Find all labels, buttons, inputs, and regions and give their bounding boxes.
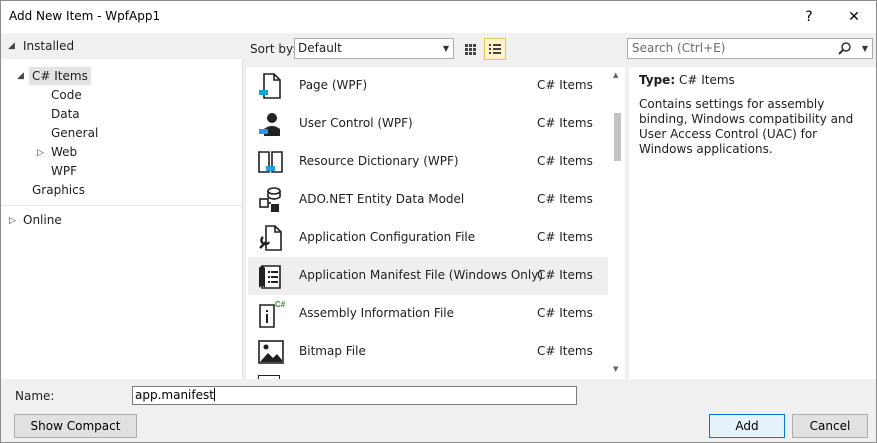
item-name: Application Configuration File xyxy=(299,230,476,244)
add-button[interactable]: Add xyxy=(709,414,785,438)
name-label: Name: xyxy=(15,389,55,403)
tree-node-code[interactable]: Code xyxy=(51,86,82,104)
sort-by-value: Default xyxy=(298,41,342,55)
text-caret xyxy=(213,388,215,401)
item-category: C# Items xyxy=(537,116,593,130)
user-control-icon xyxy=(259,113,280,136)
item-name: Bitmap File xyxy=(299,344,366,358)
entity-model-icon xyxy=(259,187,281,212)
close-button[interactable]: ✕ xyxy=(840,5,868,29)
scroll-up-icon[interactable]: ▲ xyxy=(613,71,618,79)
item-name: Page (WPF) xyxy=(299,78,368,92)
scroll-down-icon[interactable]: ▼ xyxy=(613,365,618,373)
expand-web-icon[interactable]: ▷ xyxy=(37,148,47,158)
item-category: C# Items xyxy=(537,192,593,206)
list-view-button[interactable] xyxy=(484,38,506,60)
item-name: ADO.NET Entity Data Model xyxy=(299,192,465,206)
details-pane: Type: C# Items Contains settings for ass… xyxy=(629,67,876,379)
name-field[interactable]: app.manifest xyxy=(132,386,577,405)
search-icon[interactable] xyxy=(838,41,852,55)
tree-node-general[interactable]: General xyxy=(51,124,98,142)
list-item[interactable]: Page (WPF) C# Items xyxy=(248,67,608,105)
template-list: Page (WPF) C# Items User Control (WPF) C… xyxy=(246,67,610,379)
title-bar: Add New Item - WpfApp1 ? ✕ xyxy=(1,1,876,33)
list-item[interactable]: Bitmap File C# Items xyxy=(248,333,608,371)
grid-view-icon xyxy=(465,44,476,55)
show-compact-view-button[interactable]: Show Compact View xyxy=(14,414,137,442)
window-title: Add New Item - WpfApp1 xyxy=(9,9,161,23)
tree-divider xyxy=(1,205,243,206)
search-placeholder: Search (Ctrl+E) xyxy=(632,41,726,55)
item-name: Application Manifest File (Windows Only) xyxy=(299,268,544,282)
medium-icons-view-button[interactable] xyxy=(459,38,481,60)
template-tree: ◢ Installed ◢ C# Items Code Data General… xyxy=(1,33,243,379)
collapse-csharp-icon[interactable]: ◢ xyxy=(17,71,27,81)
item-category: C# Items xyxy=(537,344,593,358)
detail-description: Contains settings for assembly binding, … xyxy=(639,97,854,156)
add-new-item-dialog: Add New Item - WpfApp1 ? ✕ ◢ Installed ◢… xyxy=(0,0,877,443)
item-name: Resource Dictionary (WPF) xyxy=(299,154,459,168)
scroll-thumb[interactable] xyxy=(614,113,621,161)
tree-node-wpf[interactable]: WPF xyxy=(51,162,77,180)
item-category: C# Items xyxy=(537,78,593,92)
item-name: Assembly Information File xyxy=(299,306,455,320)
list-view-icon xyxy=(489,44,501,54)
detail-type: Type: C# Items xyxy=(639,73,735,87)
manifest-file-icon xyxy=(259,265,281,289)
list-item[interactable]: ADO.NET Entity Data Model C# Items xyxy=(248,181,608,219)
tree-node-data[interactable]: Data xyxy=(51,105,80,123)
name-value: app.manifest xyxy=(135,388,214,402)
sort-by-select[interactable]: Default ▼ xyxy=(294,38,454,59)
expand-online-icon[interactable]: ▷ xyxy=(9,216,19,226)
sort-by-label: Sort by: xyxy=(250,42,297,56)
installed-header[interactable]: ◢ Installed xyxy=(1,33,243,59)
assembly-info-icon: C# xyxy=(259,300,286,328)
tree-node-online[interactable]: Online xyxy=(23,211,62,229)
list-item[interactable]: Application Configuration File C# Items xyxy=(248,219,608,257)
search-options-chevron-icon[interactable]: ▼ xyxy=(862,39,868,58)
cancel-button[interactable]: Cancel xyxy=(792,414,868,438)
partial-item-icon xyxy=(258,375,280,379)
tree-node-web[interactable]: Web xyxy=(51,143,77,161)
type-value: C# Items xyxy=(678,73,735,87)
item-category: C# Items xyxy=(537,268,593,282)
resource-dictionary-icon xyxy=(258,151,283,173)
list-item[interactable]: Application Manifest File (Windows Only)… xyxy=(248,257,608,295)
collapse-installed-icon[interactable]: ◢ xyxy=(8,41,18,51)
item-category: C# Items xyxy=(537,154,593,168)
item-category: C# Items xyxy=(537,306,593,320)
help-button[interactable]: ? xyxy=(795,5,823,29)
list-item[interactable]: C# Assembly Information File C# Items xyxy=(248,295,608,333)
tree-node-graphics[interactable]: Graphics xyxy=(32,181,85,199)
page-wpf-icon xyxy=(259,73,281,99)
item-category: C# Items xyxy=(537,230,593,244)
item-name: User Control (WPF) xyxy=(299,116,413,130)
list-item[interactable]: User Control (WPF) C# Items xyxy=(248,105,608,143)
svg-text:C#: C# xyxy=(275,300,286,309)
type-label: Type: xyxy=(639,73,676,87)
tree-node-installed[interactable]: Installed xyxy=(23,37,74,55)
list-item[interactable]: Resource Dictionary (WPF) C# Items xyxy=(248,143,608,181)
bitmap-file-icon xyxy=(258,340,284,364)
chevron-down-icon: ▼ xyxy=(442,44,449,53)
list-scrollbar[interactable]: ▲ ▼ xyxy=(610,67,625,379)
search-input[interactable]: Search (Ctrl+E) ▼ xyxy=(627,38,873,59)
config-file-icon xyxy=(259,225,282,251)
tree-node-csharp-items[interactable]: C# Items xyxy=(29,67,91,85)
